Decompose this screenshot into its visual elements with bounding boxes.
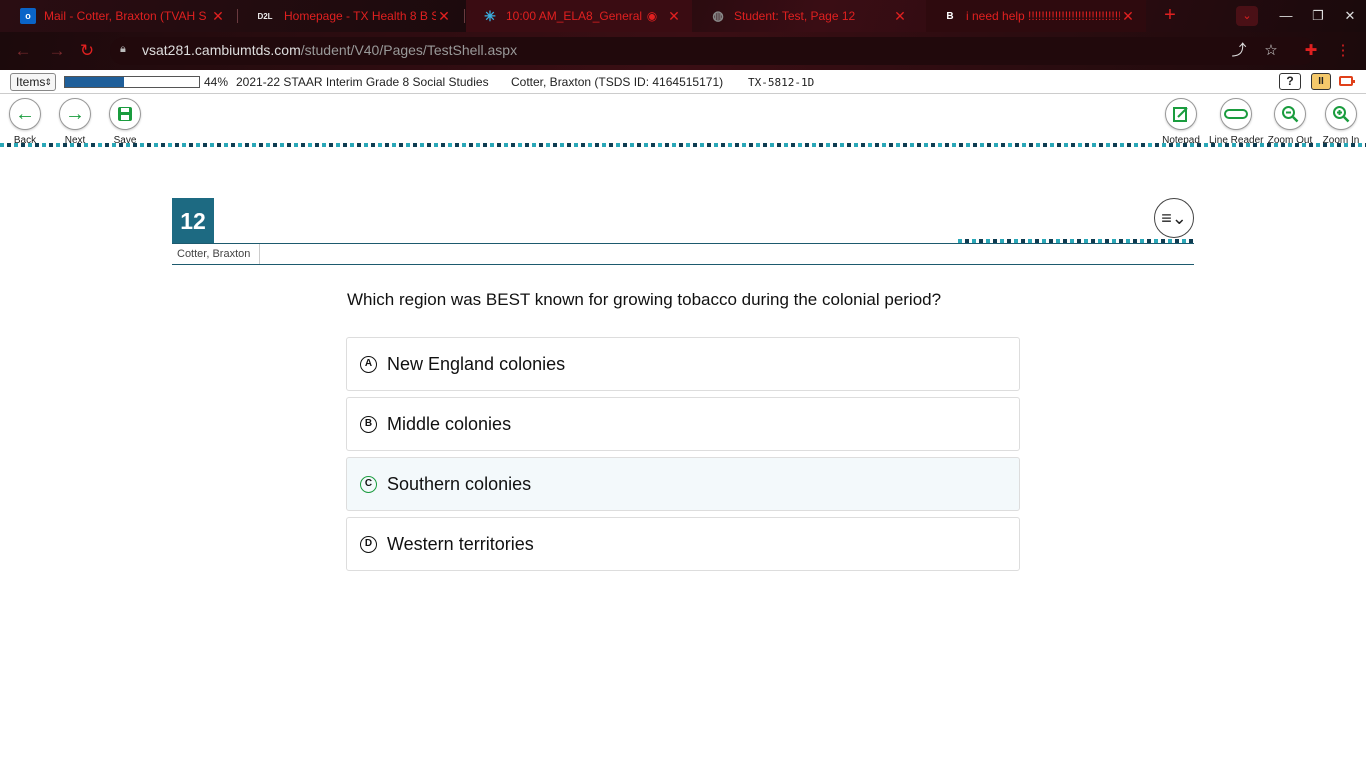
url-path: /student/V40/Pages/TestShell.aspx	[300, 42, 518, 58]
recording-icon: ◉	[646, 9, 658, 23]
browser-tab-brainly[interactable]: B i need help !!!!!!!!!!!!!!!!!!!!!!!!!!…	[926, 0, 1146, 32]
items-dropdown-label: Items	[16, 75, 46, 89]
back-button[interactable]: ← Back	[0, 98, 52, 146]
option-text: Southern colonies	[387, 473, 532, 494]
browser-tab-bar: o Mail - Cotter, Braxton (TVAH S ✕ D2L H…	[0, 0, 1366, 32]
zoom-out-icon	[1274, 98, 1306, 130]
line-reader-icon	[1220, 98, 1252, 130]
hamburger-menu-icon: ≡⌄	[1161, 208, 1187, 228]
answer-option-b[interactable]: B Middle colonies	[346, 397, 1020, 451]
option-letter-badge: B	[360, 415, 377, 433]
arrow-left-icon: ←	[9, 98, 41, 130]
close-tab-icon[interactable]: ✕	[666, 8, 682, 25]
updown-icon: ⇕	[44, 77, 52, 87]
question-stem: Which region was BEST known for growing …	[347, 290, 942, 309]
save-icon	[109, 98, 141, 130]
share-icon[interactable]: ⤴	[1230, 42, 1248, 60]
decorative-divider	[958, 239, 1194, 243]
meeting-icon: ✳	[484, 7, 496, 24]
battery-icon	[1339, 76, 1355, 86]
notepad-button[interactable]: Notepad	[1154, 98, 1208, 146]
globe-icon: ◍	[712, 8, 724, 23]
option-text: New England colonies	[387, 353, 566, 374]
tab-title: Student: Test, Page 12	[734, 9, 856, 23]
test-name: 2021-22 STAAR Interim Grade 8 Social Stu…	[236, 75, 489, 89]
context-menu-button[interactable]: ≡⌄	[1154, 198, 1194, 238]
answer-option-d[interactable]: D Western territories	[346, 517, 1020, 571]
close-tab-icon[interactable]: ✕	[1120, 8, 1136, 25]
brainly-icon: B	[946, 10, 954, 22]
bookmark-star-icon[interactable]: ☆	[1262, 42, 1280, 60]
option-letter-badge: A	[360, 355, 377, 373]
student-name: Cotter, Braxton	[172, 244, 260, 264]
browser-tab-d2l[interactable]: D2L Homepage - TX Health 8 B Se ✕	[238, 0, 462, 32]
option-text: Middle colonies	[387, 413, 512, 434]
browser-tab-meeting[interactable]: ✳ 10:00 AM_ELA8_General S ◉ ✕	[466, 0, 692, 32]
progress-percent: 44%	[204, 75, 229, 89]
progress-bar	[64, 76, 200, 88]
save-button[interactable]: Save	[98, 98, 152, 146]
browser-tab-mail[interactable]: o Mail - Cotter, Braxton (TVAH S ✕	[4, 0, 236, 32]
pause-button[interactable]: II	[1311, 73, 1331, 90]
test-info-bar: Items ⇕ 44% 2021-22 STAAR Interim Grade …	[0, 70, 1366, 94]
session-code: TX-5812-1D	[748, 76, 815, 89]
question-number: 12	[172, 198, 214, 244]
browser-tab-student-test[interactable]: ◍ Student: Test, Page 12 ✕	[694, 0, 918, 32]
new-tab-icon[interactable]: +	[1160, 5, 1180, 26]
tab-search-icon[interactable]: ⌄	[1236, 6, 1258, 26]
url-text[interactable]: vsat281.cambiumtds.com/student/V40/Pages…	[142, 42, 517, 58]
url-host: vsat281.cambiumtds.com	[142, 42, 301, 58]
notepad-icon	[1165, 98, 1197, 130]
progress-fill	[65, 77, 124, 87]
forward-arrow-icon[interactable]: →	[46, 40, 68, 62]
minimize-icon[interactable]: —	[1270, 0, 1302, 32]
zoom-in-icon	[1325, 98, 1357, 130]
option-letter-badge: C	[360, 475, 377, 493]
tab-title: Mail - Cotter, Braxton (TVAH S	[44, 9, 207, 23]
next-button[interactable]: → Next	[48, 98, 102, 146]
line-reader-button[interactable]: Line Reader	[1209, 98, 1263, 146]
header-rule	[172, 243, 1194, 244]
close-tab-icon[interactable]: ✕	[892, 8, 908, 25]
tab-separator	[464, 9, 465, 23]
items-dropdown[interactable]: Items ⇕	[10, 73, 56, 91]
option-letter-badge: D	[360, 535, 377, 553]
outlook-icon: o	[20, 8, 36, 24]
header-rule	[172, 264, 1194, 265]
restore-icon[interactable]: ❐	[1302, 0, 1334, 32]
zoom-in-button[interactable]: Zoom In	[1314, 98, 1366, 146]
more-menu-icon[interactable]: ⋮	[1334, 42, 1352, 60]
reload-icon[interactable]: ↻	[76, 40, 98, 62]
answer-option-c[interactable]: C Southern colonies	[346, 457, 1020, 511]
decorative-divider	[0, 143, 1366, 147]
tab-title: 10:00 AM_ELA8_General S	[506, 9, 644, 23]
option-text: Western territories	[387, 533, 534, 554]
close-window-icon[interactable]: ✕	[1334, 0, 1366, 32]
back-arrow-icon[interactable]: ←	[12, 40, 34, 62]
tab-title: i need help !!!!!!!!!!!!!!!!!!!!!!!!!!!!	[966, 9, 1120, 23]
arrow-right-icon: →	[59, 98, 91, 130]
student-info: Cotter, Braxton (TSDS ID: 4164515171)	[511, 75, 724, 89]
help-button[interactable]: ?	[1279, 73, 1301, 90]
answer-option-a[interactable]: A New England colonies	[346, 337, 1020, 391]
extension-icon[interactable]: ✚	[1302, 42, 1320, 60]
close-tab-icon[interactable]: ✕	[436, 8, 452, 25]
d2l-icon: D2L	[257, 11, 273, 21]
zoom-out-button[interactable]: Zoom Out	[1263, 98, 1317, 146]
close-tab-icon[interactable]: ✕	[210, 8, 226, 25]
lock-icon[interactable]: 🔒︎	[120, 43, 132, 57]
tab-title: Homepage - TX Health 8 B Se	[284, 9, 436, 23]
